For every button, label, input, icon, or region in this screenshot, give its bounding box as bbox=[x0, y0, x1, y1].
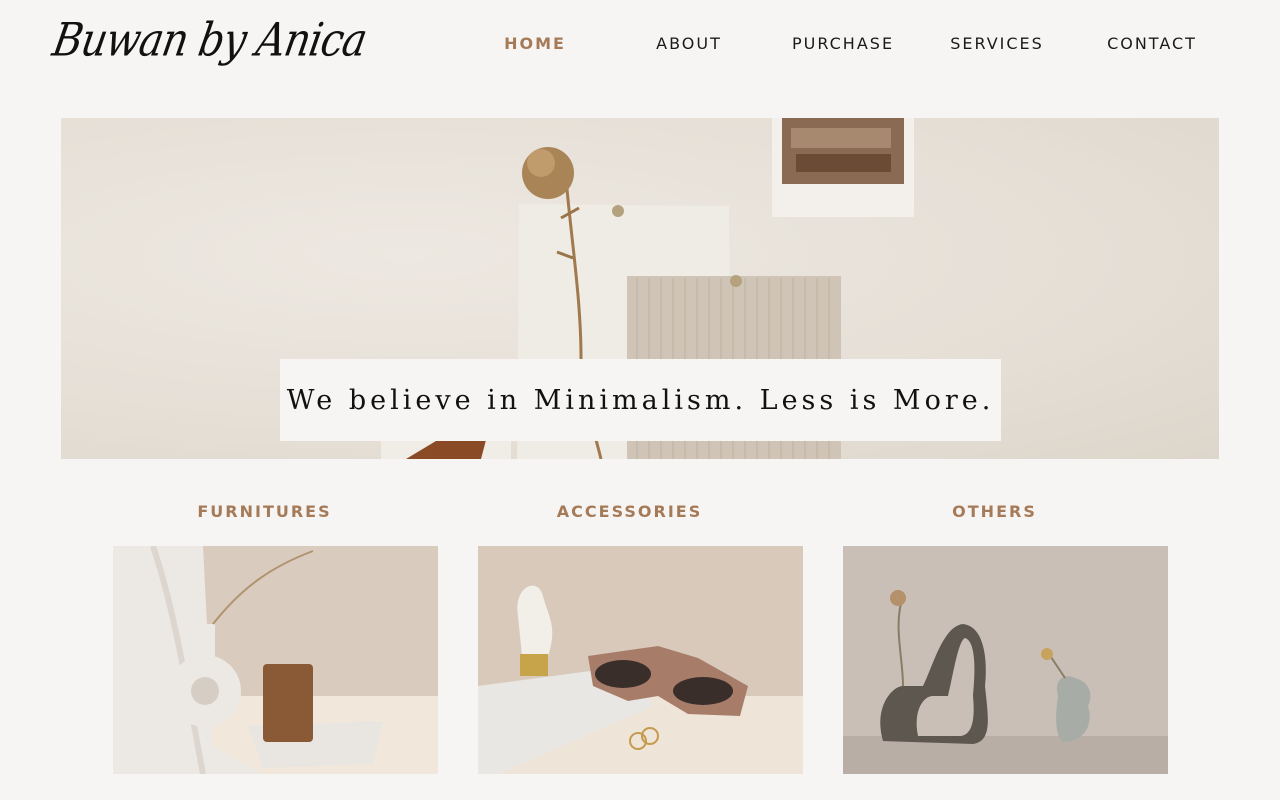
category-title-accessories[interactable]: ACCESSORIES bbox=[467, 502, 792, 521]
hero-banner: We believe in Minimalism. Less is More. bbox=[61, 118, 1219, 459]
nav-services[interactable]: SERVICES bbox=[922, 34, 1072, 53]
nav-purchase[interactable]: PURCHASE bbox=[768, 34, 918, 53]
category-image-others[interactable] bbox=[843, 546, 1168, 774]
nav-home[interactable]: HOME bbox=[460, 34, 610, 53]
category-title-furnitures[interactable]: FURNITURES bbox=[102, 502, 427, 521]
category-title-others[interactable]: OTHERS bbox=[832, 502, 1157, 521]
hero-tagline: We believe in Minimalism. Less is More. bbox=[280, 359, 1001, 441]
nav-about[interactable]: ABOUT bbox=[614, 34, 764, 53]
category-image-furnitures[interactable] bbox=[113, 546, 438, 774]
brand-logo[interactable]: Buwan by Anica bbox=[49, 14, 371, 67]
category-image-accessories[interactable] bbox=[478, 546, 803, 774]
nav-contact[interactable]: CONTACT bbox=[1077, 34, 1227, 53]
main-nav: HOME ABOUT PURCHASE SERVICES CONTACT bbox=[460, 34, 1220, 56]
